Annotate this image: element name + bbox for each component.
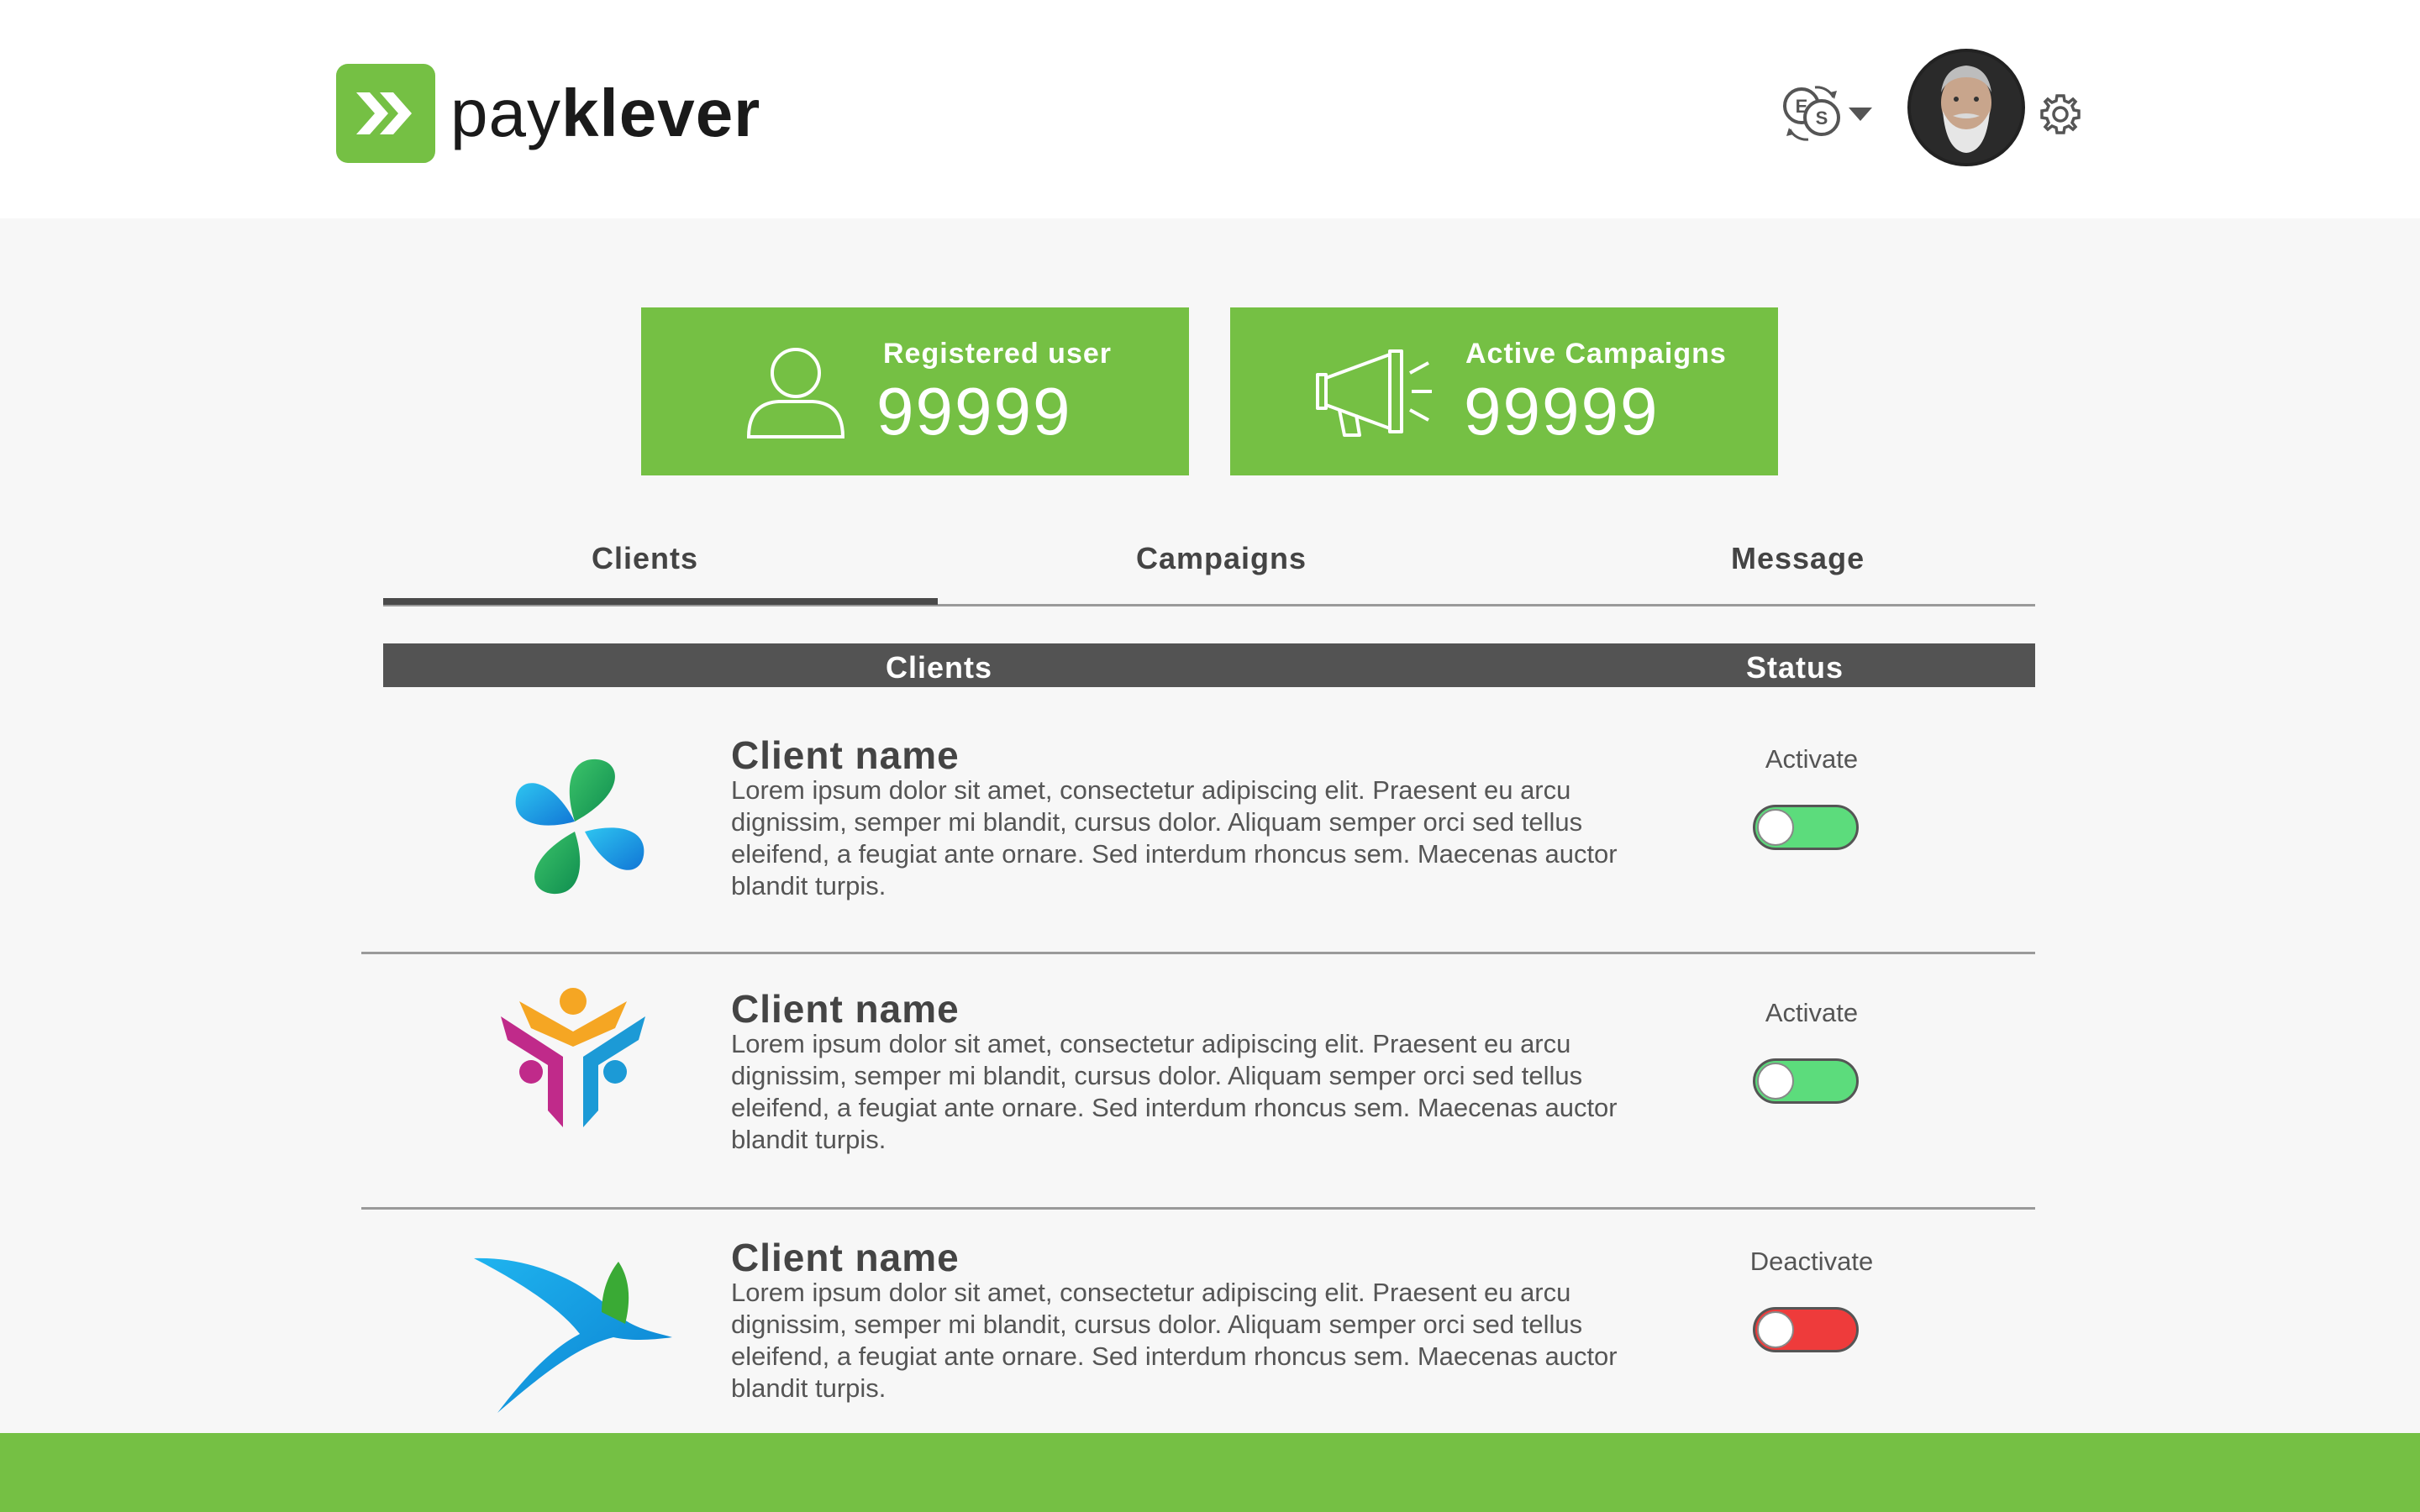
client-name: Client name [731, 1236, 960, 1279]
avatar[interactable] [1907, 49, 2025, 166]
stat-value: 99999 [876, 374, 1072, 449]
active-tab-indicator [383, 598, 938, 605]
stat-label: Registered user [883, 338, 1112, 370]
stat-label: Active Campaigns [1465, 338, 1727, 370]
client-name: Client name [731, 733, 960, 777]
status-label: Activate [1765, 744, 1859, 774]
client-logo-bird-icon [471, 1253, 681, 1425]
status-toggle[interactable] [1753, 1307, 1859, 1352]
registered-user-card: Registered user 99999 [641, 307, 1189, 475]
client-description: Lorem ipsum dolor sit amet, consectetur … [731, 1278, 1618, 1403]
status-label: Deactivate [1749, 1247, 1874, 1276]
double-chevron-logo-icon [336, 64, 435, 163]
toggle-knob [1757, 1063, 1794, 1100]
status-toggle[interactable] [1753, 1058, 1859, 1104]
client-description: Lorem ipsum dolor sit amet, consectetur … [731, 1029, 1618, 1154]
user-icon [745, 343, 846, 444]
toggle-knob [1757, 809, 1794, 846]
client-description: Lorem ipsum dolor sit amet, consectetur … [731, 775, 1618, 900]
table-header: Clients Status [383, 643, 2035, 687]
tab-bar: Clients Campaigns Message [383, 529, 2035, 606]
svg-text:S: S [1816, 108, 1828, 129]
client-logo-clover-icon [504, 751, 655, 906]
tab-clients[interactable]: Clients [592, 541, 698, 576]
footer-bar [0, 1433, 2420, 1512]
column-header-clients: Clients [886, 650, 993, 685]
status-label: Activate [1765, 998, 1859, 1027]
chevron-down-icon [1849, 108, 1872, 121]
currency-exchange-icon[interactable]: E S [1778, 79, 1879, 150]
payklever-logo[interactable]: payklever [336, 64, 760, 163]
stat-value: 99999 [1464, 374, 1660, 449]
status-toggle[interactable] [1753, 805, 1859, 850]
top-header: payklever E S [0, 0, 2420, 218]
active-campaigns-card: Active Campaigns 99999 [1230, 307, 1778, 475]
toggle-knob [1757, 1311, 1794, 1348]
brand-name: payklever [450, 80, 760, 147]
gear-icon[interactable] [2037, 91, 2084, 138]
table-row: Client name Lorem ipsum dolor sit amet, … [361, 1210, 2035, 1433]
brand-name-bold: klever [560, 76, 761, 150]
table-row: Client name Lorem ipsum dolor sit amet, … [361, 701, 2035, 954]
tab-message[interactable]: Message [1731, 541, 1865, 576]
client-logo-people-icon [489, 984, 657, 1148]
column-header-status: Status [1746, 650, 1844, 685]
megaphone-icon [1314, 344, 1437, 443]
client-name: Client name [731, 987, 960, 1031]
table-row: Client name Lorem ipsum dolor sit amet, … [361, 954, 2035, 1210]
brand-name-light: pay [450, 76, 561, 150]
tab-campaigns[interactable]: Campaigns [1136, 541, 1307, 576]
